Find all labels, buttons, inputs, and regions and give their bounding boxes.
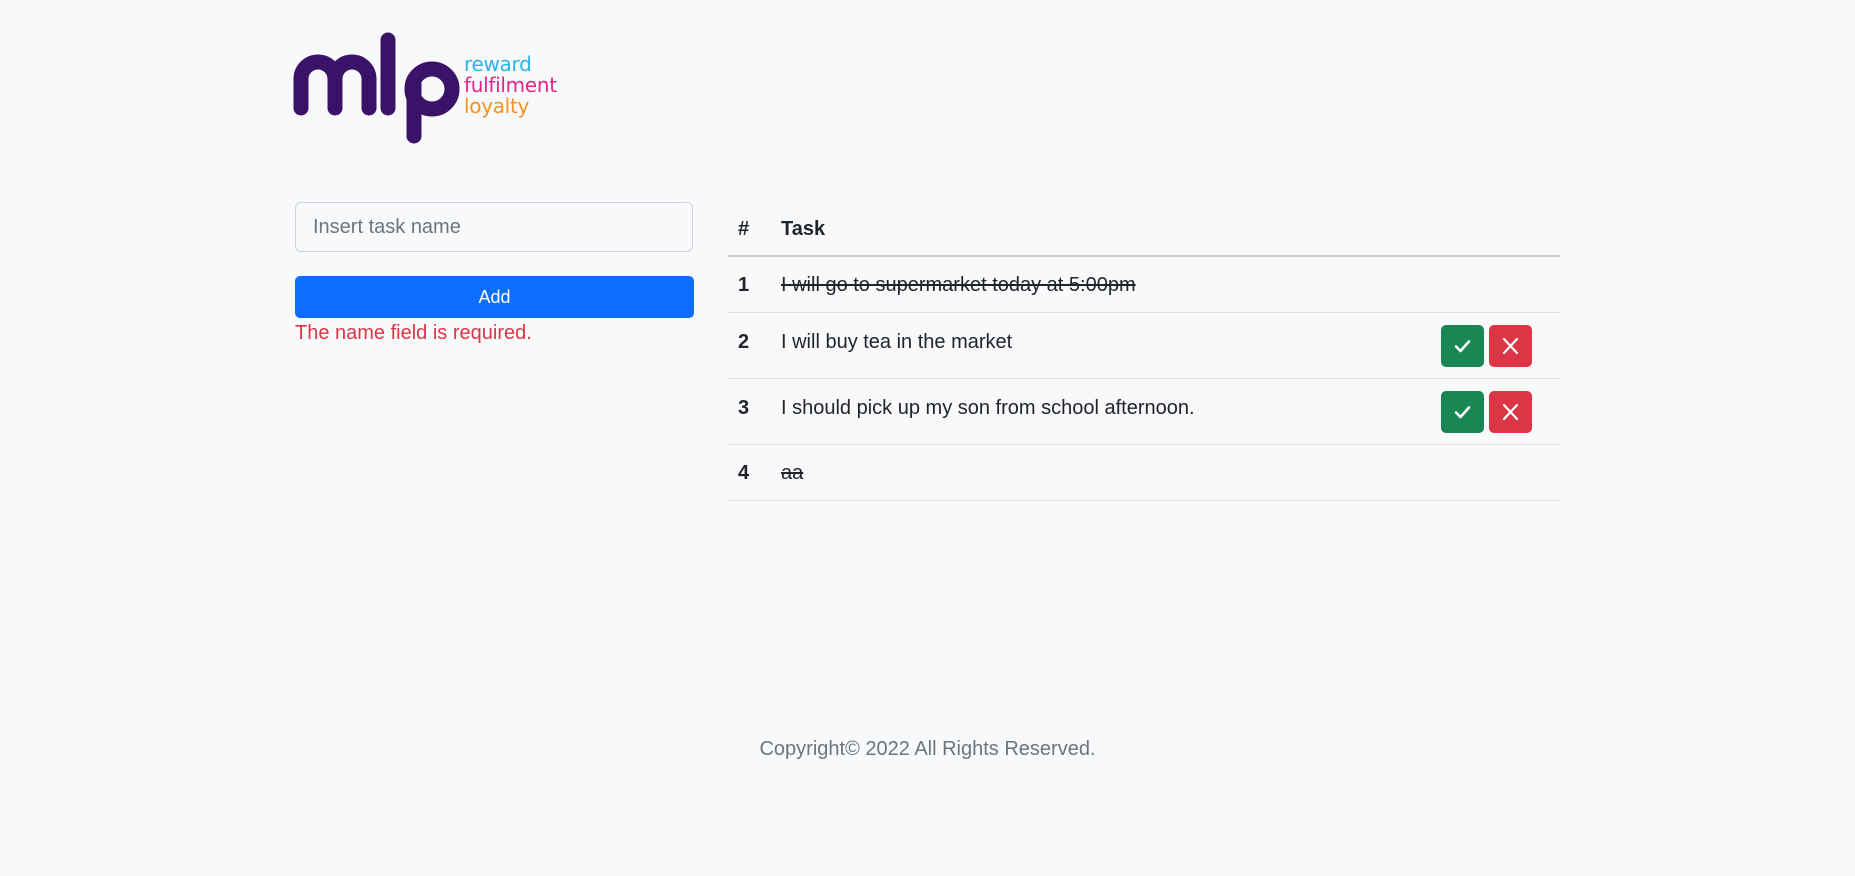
tagline-fulfilment: fulfilment <box>464 73 557 97</box>
row-number: 2 <box>738 331 750 353</box>
logo-tagline: reward fulfilment loyalty <box>464 54 557 117</box>
task-text-completed: I will go to supermarket today at 5:00pm <box>781 274 1136 296</box>
task-text-completed: aa <box>781 462 804 484</box>
row-number: 1 <box>738 274 750 296</box>
table-row: 1 I will go to supermarket today at 5:00… <box>728 256 1560 313</box>
complete-task-button[interactable] <box>1441 325 1484 367</box>
column-header-number: # <box>728 204 781 257</box>
add-button[interactable]: Add <box>295 276 694 318</box>
row-number: 3 <box>738 397 750 419</box>
task-name-input[interactable] <box>295 202 693 252</box>
column-header-task: Task <box>781 204 1441 257</box>
row-number: 4 <box>738 462 750 484</box>
task-text: I will buy tea in the market <box>781 331 1013 353</box>
tagline-loyalty: loyalty <box>464 94 530 118</box>
task-table: # Task 1 I will go to supermarket today … <box>728 204 1560 501</box>
check-icon <box>1454 406 1471 419</box>
table-header-row: # Task <box>728 204 1560 257</box>
check-icon <box>1454 340 1471 353</box>
footer-copyright: Copyright© 2022 All Rights Reserved. <box>759 738 1096 760</box>
table-row: 3 I should pick up my son from school af… <box>728 378 1560 445</box>
delete-task-button[interactable] <box>1489 391 1532 433</box>
complete-task-button[interactable] <box>1441 391 1484 433</box>
table-row: 2 I will buy tea in the market <box>728 312 1560 379</box>
validation-error: The name field is required. <box>295 322 532 344</box>
delete-task-button[interactable] <box>1489 325 1532 367</box>
close-icon <box>1502 403 1519 421</box>
tagline-reward: reward <box>464 52 532 76</box>
close-icon <box>1502 337 1519 355</box>
mlp-logo-mark <box>293 32 460 144</box>
column-header-actions <box>1441 204 1560 257</box>
table-row: 4 aa <box>728 444 1560 501</box>
task-text: I should pick up my son from school afte… <box>781 397 1195 419</box>
company-logo: reward fulfilment loyalty <box>293 32 563 144</box>
